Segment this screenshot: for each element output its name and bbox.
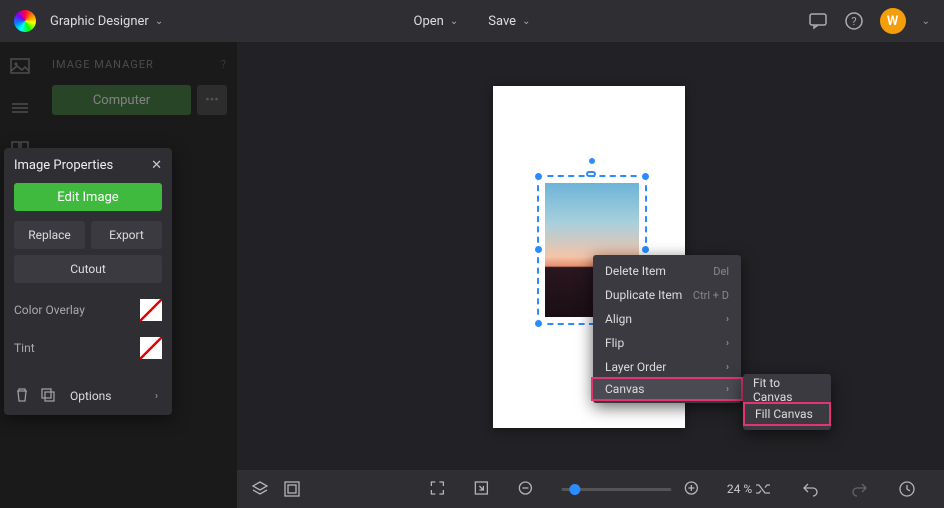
chevron-down-icon[interactable]: ⌄ bbox=[922, 16, 930, 27]
export-button[interactable]: Export bbox=[91, 221, 162, 249]
chevron-right-icon: › bbox=[726, 338, 729, 349]
cutout-button[interactable]: Cutout bbox=[14, 255, 162, 283]
help-icon[interactable]: ? bbox=[221, 58, 227, 71]
chevron-right-icon: › bbox=[726, 314, 729, 325]
resize-handle-bl[interactable] bbox=[534, 319, 543, 328]
zoom-in-icon[interactable] bbox=[683, 480, 701, 498]
canvas-settings-icon[interactable] bbox=[283, 480, 301, 498]
fit-screen-icon[interactable] bbox=[429, 480, 447, 498]
app-mode-dropdown[interactable]: Graphic Designer ⌄ bbox=[50, 14, 163, 29]
ctx-flip[interactable]: Flip › bbox=[593, 331, 741, 355]
save-menu[interactable]: Save⌄ bbox=[488, 14, 530, 29]
top-edge-handle[interactable] bbox=[586, 171, 596, 177]
ctx-canvas[interactable]: Canvas › bbox=[591, 377, 743, 401]
computer-button[interactable]: Computer bbox=[52, 85, 191, 115]
resize-handle-tr[interactable] bbox=[641, 172, 650, 181]
history-icon[interactable] bbox=[898, 480, 916, 498]
ctx-layer-order[interactable]: Layer Order › bbox=[593, 355, 741, 379]
image-tool-icon[interactable] bbox=[10, 56, 32, 78]
chevron-down-icon: ⌄ bbox=[450, 16, 458, 27]
help-icon[interactable]: ? bbox=[844, 11, 864, 31]
panel-title: IMAGE MANAGER bbox=[52, 58, 154, 71]
ctx-delete-item[interactable]: Delete Item Del bbox=[593, 259, 741, 283]
color-overlay-swatch[interactable] bbox=[140, 299, 162, 321]
canvas-submenu: Fit to Canvas Fill Canvas bbox=[743, 374, 831, 430]
lines-tool-icon[interactable] bbox=[10, 98, 32, 120]
chevron-right-icon: › bbox=[155, 391, 158, 402]
app-mode-label: Graphic Designer bbox=[50, 14, 149, 29]
zoom-slider-knob[interactable] bbox=[569, 484, 580, 495]
close-icon[interactable]: ✕ bbox=[151, 158, 162, 173]
app-logo[interactable] bbox=[14, 10, 36, 32]
canvas-area[interactable] bbox=[237, 42, 944, 470]
trash-icon[interactable] bbox=[14, 387, 32, 405]
replace-button[interactable]: Replace bbox=[14, 221, 85, 249]
resize-handle-mr[interactable] bbox=[641, 245, 650, 254]
chevron-down-icon: ⌄ bbox=[155, 16, 163, 27]
rotate-handle[interactable] bbox=[587, 156, 597, 166]
ctx-duplicate-item[interactable]: Duplicate Item Ctrl + D bbox=[593, 283, 741, 307]
fit-to-canvas[interactable]: Fit to Canvas bbox=[743, 378, 831, 402]
chevron-right-icon: › bbox=[726, 362, 729, 373]
actual-size-icon[interactable] bbox=[473, 480, 491, 498]
tint-label: Tint bbox=[14, 341, 35, 355]
resize-handle-tl[interactable] bbox=[534, 172, 543, 181]
edit-image-button[interactable]: Edit Image bbox=[14, 183, 162, 211]
options-button[interactable]: Options › bbox=[66, 389, 162, 403]
fill-canvas[interactable]: Fill Canvas bbox=[743, 402, 831, 426]
duplicate-icon[interactable] bbox=[40, 387, 58, 405]
redo-icon[interactable] bbox=[850, 480, 868, 498]
topbar: Graphic Designer ⌄ Open⌄ Save⌄ ? W ⌄ bbox=[0, 0, 944, 42]
resize-handle-ml[interactable] bbox=[534, 245, 543, 254]
comment-icon[interactable] bbox=[808, 11, 828, 31]
open-menu[interactable]: Open⌄ bbox=[414, 14, 459, 29]
zoom-slider[interactable] bbox=[561, 488, 671, 491]
bottombar: 24 % bbox=[237, 470, 944, 508]
context-menu: Delete Item Del Duplicate Item Ctrl + D … bbox=[593, 255, 741, 403]
color-overlay-label: Color Overlay bbox=[14, 303, 85, 317]
zoom-out-icon[interactable] bbox=[517, 480, 535, 498]
zoom-percentage[interactable]: 24 % bbox=[727, 482, 752, 496]
shuffle-icon[interactable] bbox=[754, 480, 772, 498]
tint-swatch[interactable] bbox=[140, 337, 162, 359]
image-properties-panel: Image Properties ✕ Edit Image Replace Ex… bbox=[4, 148, 172, 415]
chevron-down-icon: ⌄ bbox=[522, 16, 530, 27]
avatar[interactable]: W bbox=[880, 8, 906, 34]
undo-icon[interactable] bbox=[802, 480, 820, 498]
more-options-button[interactable]: ••• bbox=[197, 85, 227, 115]
layers-icon[interactable] bbox=[251, 480, 269, 498]
ctx-align[interactable]: Align › bbox=[593, 307, 741, 331]
svg-text:?: ? bbox=[851, 15, 856, 28]
panel-title: Image Properties bbox=[14, 158, 113, 173]
chevron-right-icon: › bbox=[726, 384, 729, 395]
